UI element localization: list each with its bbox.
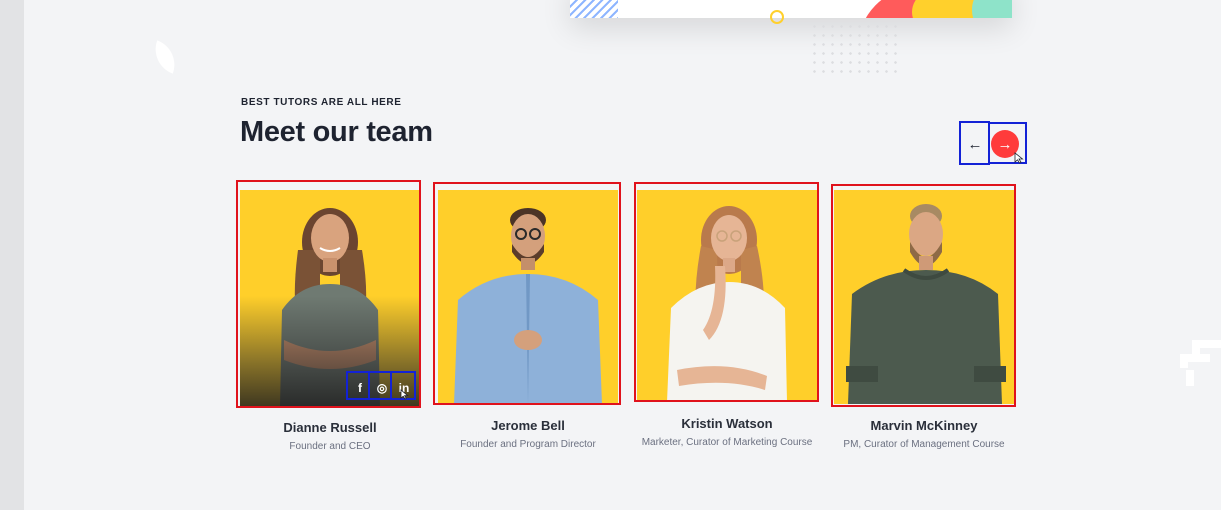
team-member-card[interactable]: Marvin McKinney PM, Curator of Managemen… — [834, 186, 1014, 450]
portrait-illustration — [846, 204, 1006, 404]
leaf-decoration — [148, 40, 182, 74]
member-photo: f ◎ in — [240, 190, 420, 406]
arrow-left-icon: ← — [967, 135, 983, 153]
member-photo — [438, 190, 618, 404]
member-role: Founder and Program Director — [460, 439, 596, 450]
portrait-illustration — [454, 208, 602, 404]
mouse-cursor-icon — [1014, 152, 1024, 164]
section-title: Meet our team — [240, 116, 433, 148]
stripes-decoration — [570, 0, 618, 18]
member-role: PM, Curator of Management Course — [843, 439, 1005, 450]
portrait-illustration — [667, 206, 787, 402]
member-role: Founder and CEO — [289, 441, 371, 452]
member-name: Kristin Watson — [681, 416, 773, 431]
carousel-prev-button[interactable]: ← — [961, 130, 989, 158]
section-eyebrow: BEST TUTORS ARE ALL HERE — [241, 97, 402, 108]
member-name: Dianne Russell — [283, 420, 377, 435]
instagram-icon[interactable]: ◎ — [372, 376, 392, 400]
member-photo — [834, 190, 1014, 404]
ring-decoration — [770, 10, 784, 24]
member-name: Jerome Bell — [491, 418, 565, 433]
blob-decoration — [972, 0, 1012, 18]
team-member-card[interactable]: Kristin Watson Marketer, Curator of Mark… — [637, 186, 817, 448]
hero-card — [570, 0, 1012, 18]
facebook-icon[interactable]: f — [350, 376, 370, 400]
mouse-cursor-icon — [400, 389, 409, 400]
member-role: Marketer, Curator of Marketing Course — [641, 437, 813, 448]
team-member-card[interactable]: Jerome Bell Founder and Program Director — [438, 186, 618, 450]
dot-grid-decoration — [810, 22, 900, 78]
left-rail — [0, 0, 24, 510]
team-member-card[interactable]: f ◎ in Dianne Russell Founder and CEO — [240, 186, 420, 452]
corner-arrow-decoration — [1180, 340, 1221, 386]
member-name: Marvin McKinney — [870, 418, 978, 433]
arrow-right-icon: → — [997, 135, 1013, 153]
member-photo — [637, 190, 817, 402]
